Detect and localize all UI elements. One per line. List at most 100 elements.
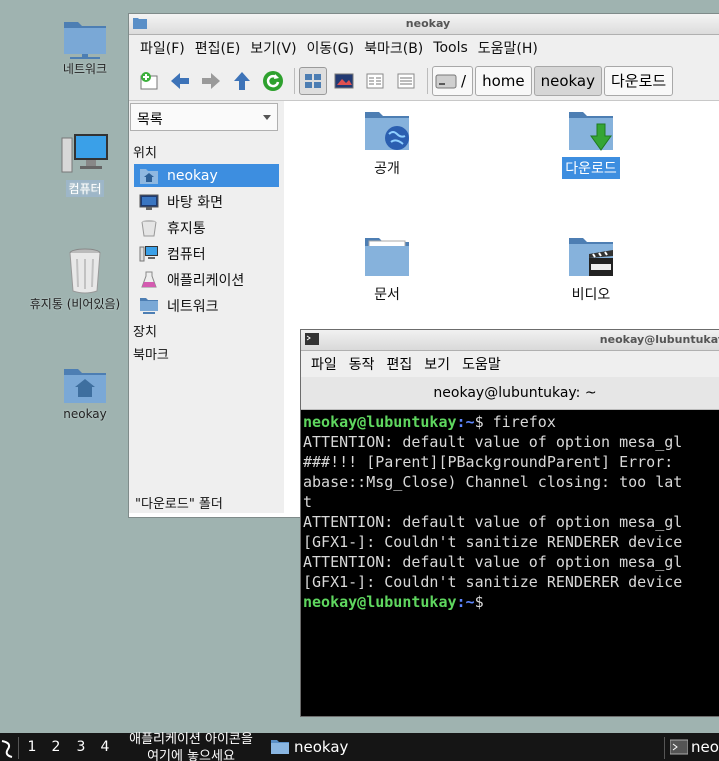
network-folder-icon xyxy=(139,297,159,315)
toolbar-separator xyxy=(427,67,428,94)
drive-icon xyxy=(435,74,457,88)
prompt-symbol: $ xyxy=(474,413,493,431)
up-button[interactable] xyxy=(228,67,256,95)
terminal-menu-bar: 파일 동작 편집 보기 도움말 xyxy=(301,351,719,377)
path-root-button[interactable]: / xyxy=(432,65,474,96)
terminal-line: [GFX1-]: Couldn't sanitize RENDERER devi… xyxy=(303,533,683,551)
launch-bar-hint-line: 여기에 놓으세요 xyxy=(147,749,235,761)
terminal-line: ATTENTION: default value of option mesa_… xyxy=(303,553,683,571)
terminal-line: neokay@lubuntukay:~$ firefox xyxy=(303,412,719,432)
section-places: 위치 xyxy=(133,146,157,161)
arrow-up-icon xyxy=(234,71,250,90)
file-label: 비디오 xyxy=(571,287,611,303)
window-title: neokay@lubuntukay xyxy=(599,333,719,346)
desktop-icon-label: 네트워크 xyxy=(62,62,108,76)
file-item-public[interactable]: 공개 xyxy=(342,108,432,179)
prompt-path: :~ xyxy=(456,413,475,431)
file-item-documents[interactable]: 문서 xyxy=(342,234,432,305)
menu-go[interactable]: 이동(G) xyxy=(302,38,360,58)
computer-icon xyxy=(139,245,159,263)
task-button-file-manager[interactable]: neokay xyxy=(266,735,506,759)
terminal-menu-edit[interactable]: 편집 xyxy=(381,354,419,374)
arrow-left-icon xyxy=(171,72,189,89)
place-trash[interactable]: 휴지통 xyxy=(139,216,279,239)
place-applications[interactable]: 애플리케이션 xyxy=(139,268,279,291)
main-menu-icon[interactable] xyxy=(0,737,16,759)
task-label: neokay xyxy=(294,738,349,756)
prompt-path: :~ xyxy=(456,593,475,611)
place-neokay[interactable]: neokay xyxy=(134,164,279,187)
place-label: 애플리케이션 xyxy=(167,272,245,289)
terminal-icon xyxy=(305,333,319,345)
menu-bookmarks[interactable]: 북마크(B) xyxy=(359,38,428,58)
menu-help[interactable]: 도움말(H) xyxy=(473,38,543,58)
icon-view-button[interactable] xyxy=(299,66,327,95)
new-tab-icon xyxy=(140,71,158,89)
breadcrumb-neokay[interactable]: neokay xyxy=(533,65,602,96)
terminal-command: firefox xyxy=(492,413,556,431)
prompt-user: neokay@lubuntukay xyxy=(303,593,457,611)
menu-edit[interactable]: 편집(E) xyxy=(190,38,246,58)
terminal-line: [GFX1-]: Couldn't sanitize RENDERER devi… xyxy=(303,573,683,591)
forward-button[interactable] xyxy=(197,67,225,95)
desktop-icon-label: 컴퓨터 xyxy=(66,180,104,197)
documents-folder-icon xyxy=(363,234,411,280)
desktop-switch-1[interactable]: 1 xyxy=(22,739,42,759)
terminal-menu-view[interactable]: 보기 xyxy=(418,354,456,374)
launch-bar-placeholder[interactable]: 애플리케이션 아이콘을 여기에 놓으세요 xyxy=(116,731,266,761)
terminal-line: ATTENTION: default value of option mesa_… xyxy=(303,513,683,531)
terminal-tab[interactable]: neokay@lubuntukay: ~ xyxy=(301,377,719,410)
place-desktop[interactable]: 바탕 화면 xyxy=(139,190,279,213)
compact-view-button[interactable] xyxy=(361,67,389,95)
place-label: 네트워크 xyxy=(167,298,219,315)
prompt-symbol: $ xyxy=(474,593,493,611)
menu-view[interactable]: 보기(V) xyxy=(245,38,301,58)
terminal-output[interactable]: neokay@lubuntukay:~$ firefox ATTENTION: d… xyxy=(301,410,719,614)
place-label: 컴퓨터 xyxy=(167,246,206,263)
detail-view-button[interactable] xyxy=(392,67,420,95)
menu-bar: 파일(F) 편집(E) 보기(V) 이동(G) 북마크(B) Tools 도움말… xyxy=(129,35,719,61)
terminal-icon xyxy=(670,739,688,755)
thumbnail-view-button[interactable] xyxy=(330,67,358,95)
reload-button[interactable] xyxy=(259,67,287,95)
desktop-icon-trash[interactable]: 휴지통 (비어있음) xyxy=(30,247,125,312)
place-label: neokay xyxy=(167,167,218,184)
terminal-menu-file[interactable]: 파일 xyxy=(305,354,343,374)
file-item-downloads[interactable]: 다운로드 xyxy=(546,108,636,179)
public-folder-icon xyxy=(363,108,411,154)
terminal-line: ATTENTION: default value of option mesa_… xyxy=(303,433,683,451)
back-button[interactable] xyxy=(166,67,194,95)
section-devices[interactable]: 장치 xyxy=(133,321,157,340)
new-tab-button[interactable] xyxy=(135,67,163,95)
home-folder-icon xyxy=(139,167,159,185)
desktop-icon-computer[interactable]: 컴퓨터 xyxy=(45,132,125,197)
place-network[interactable]: 네트워크 xyxy=(139,294,279,317)
side-pane: 목록 위치 neokay 바탕 화면 휴지통 컴퓨터 애플리케이션 네트워크 장… xyxy=(129,101,284,513)
breadcrumb-home[interactable]: home xyxy=(475,65,532,96)
desktop-icon-home[interactable]: neokay xyxy=(45,365,125,421)
menu-file[interactable]: 파일(F) xyxy=(135,38,190,58)
window-title: neokay xyxy=(405,17,451,30)
side-pane-mode-select[interactable]: 목록 xyxy=(130,103,278,131)
file-manager-titlebar[interactable]: neokay xyxy=(129,14,719,35)
desktop-switch-4[interactable]: 4 xyxy=(95,739,115,759)
desktop-switch-2[interactable]: 2 xyxy=(46,739,66,759)
desktop-switch-3[interactable]: 3 xyxy=(71,739,91,759)
desktop-icon-network[interactable]: 네트워크 xyxy=(45,14,125,77)
terminal-menu-actions[interactable]: 동작 xyxy=(343,354,381,374)
compact-view-icon xyxy=(366,73,384,88)
task-button-terminal[interactable]: neo xyxy=(670,735,719,759)
download-folder-icon xyxy=(567,108,615,154)
breadcrumb-downloads[interactable]: 다운로드 xyxy=(604,65,674,96)
menu-tools[interactable]: Tools xyxy=(428,40,473,56)
network-folder-icon xyxy=(62,14,108,60)
arrow-right-icon xyxy=(202,72,220,89)
side-pane-mode-value: 목록 xyxy=(137,112,163,128)
terminal-menu-help[interactable]: 도움말 xyxy=(456,354,507,374)
terminal-titlebar[interactable]: neokay@lubuntukay xyxy=(301,330,719,351)
desktop-icon-label: 휴지통 (비어있음) xyxy=(29,297,121,311)
section-bookmarks[interactable]: 북마크 xyxy=(133,344,169,363)
place-computer[interactable]: 컴퓨터 xyxy=(139,242,279,265)
file-item-videos[interactable]: 비디오 xyxy=(546,234,636,305)
detail-view-icon xyxy=(397,73,415,88)
